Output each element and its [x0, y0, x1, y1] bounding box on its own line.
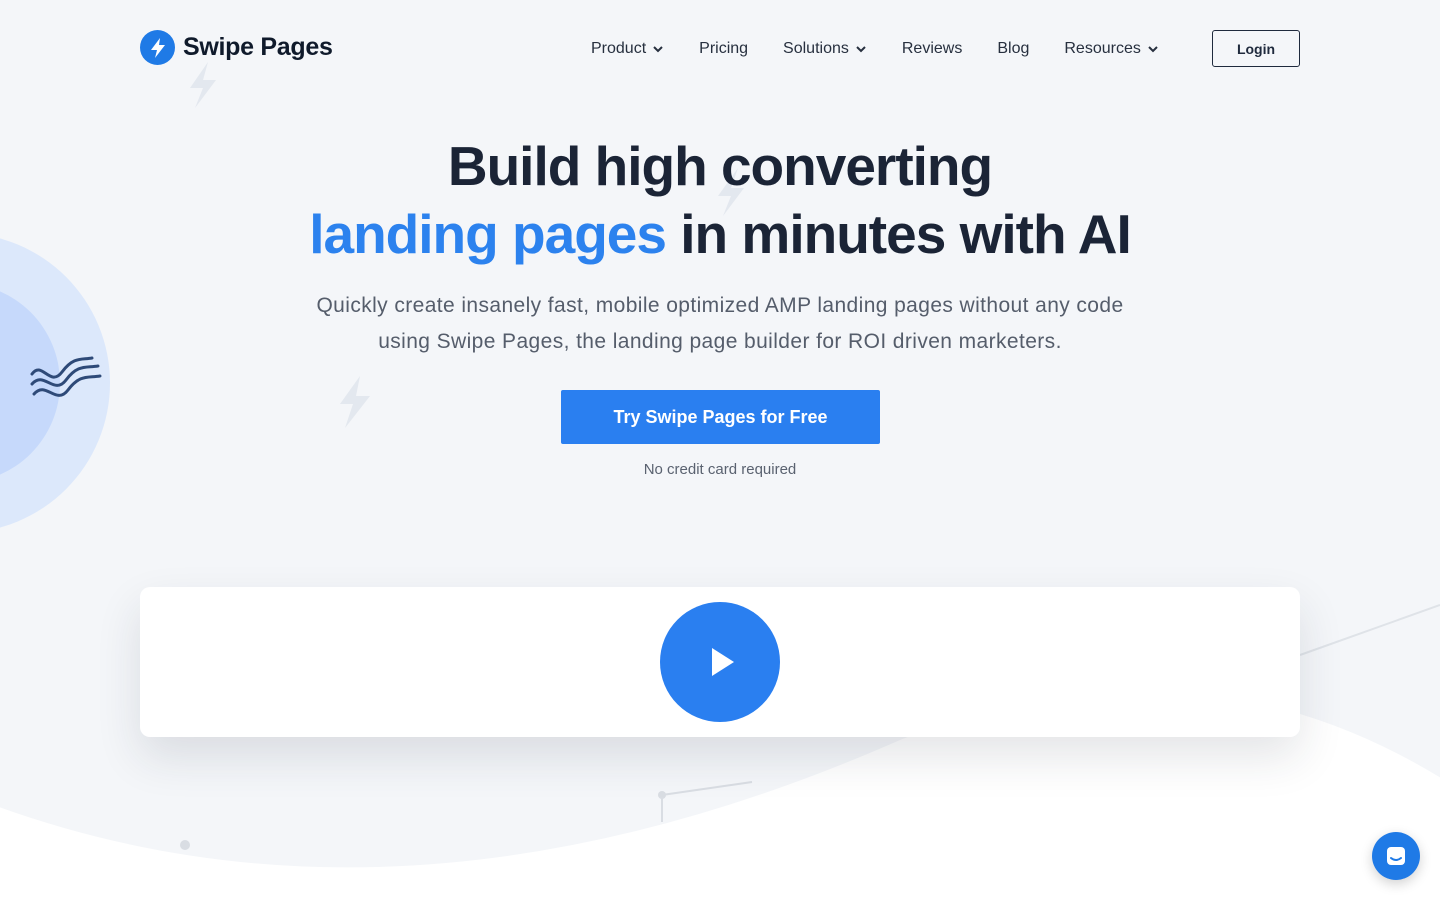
nav-item-reviews[interactable]: Reviews	[902, 40, 962, 58]
site-header: Swipe Pages Product Pricing Solutions Re…	[140, 28, 1300, 68]
bolt-decor-icon	[190, 62, 216, 108]
bolt-decor-icon	[340, 376, 370, 428]
chat-launcher-button[interactable]	[1372, 832, 1420, 880]
nav-item-solutions[interactable]: Solutions	[783, 40, 867, 58]
chevron-down-icon	[1148, 46, 1158, 53]
wave-lines-icon	[30, 356, 102, 397]
nav-label: Reviews	[901, 40, 963, 57]
nav-label: Blog	[997, 40, 1030, 57]
decor-circle-inner	[0, 291, 60, 475]
play-icon	[712, 648, 734, 676]
hero-subtitle-line2: using Swipe Pages, the landing page buil…	[378, 330, 1062, 353]
chevron-down-icon	[856, 46, 866, 53]
hero-subtitle-line1: Quickly create insanely fast, mobile opt…	[316, 294, 1124, 317]
main-nav: Product Pricing Solutions Reviews Blog R…	[591, 40, 1159, 58]
login-button[interactable]: Login	[1212, 30, 1300, 67]
no-credit-card-note: No credit card required	[643, 461, 797, 478]
try-free-button[interactable]: Try Swipe Pages for Free	[561, 390, 880, 444]
video-card	[140, 587, 1300, 737]
hero-title-rest: in minutes with AI	[665, 203, 1132, 265]
hero-title: Build high converting landing pages in m…	[0, 132, 1440, 268]
hero-title-accent: landing pages	[309, 203, 667, 265]
brand-logo[interactable]: Swipe Pages	[140, 30, 333, 65]
nav-label: Solutions	[783, 40, 849, 57]
nav-label: Pricing	[699, 40, 749, 57]
chevron-down-icon	[653, 46, 663, 53]
play-button[interactable]	[660, 602, 780, 722]
hero-subtitle: Quickly create insanely fast, mobile opt…	[260, 288, 1180, 360]
nav-label: Resources	[1064, 40, 1141, 57]
nav-label: Product	[591, 40, 647, 57]
brand-name: Swipe Pages	[183, 33, 333, 61]
nav-item-resources[interactable]: Resources	[1064, 40, 1158, 58]
bolt-icon	[140, 30, 175, 65]
nav-item-product[interactable]: Product	[591, 40, 664, 58]
nav-item-blog[interactable]: Blog	[997, 40, 1029, 58]
decor-circle-outer	[0, 238, 110, 528]
chat-icon	[1387, 847, 1405, 865]
nav-item-pricing[interactable]: Pricing	[699, 40, 748, 58]
hero-title-line1: Build high converting	[447, 135, 993, 197]
